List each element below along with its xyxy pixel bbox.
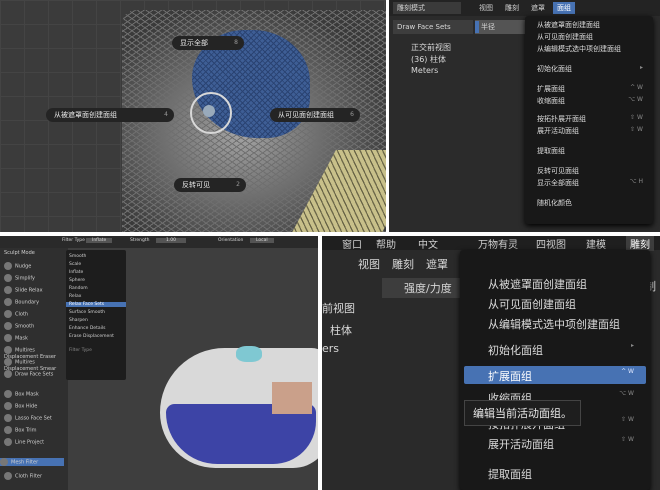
menu-item-extract[interactable]: 提取面组 bbox=[537, 146, 565, 156]
dd-erase-displacement[interactable]: Erase Displacement bbox=[69, 334, 114, 339]
tool-cloth-filter[interactable]: Cloth Filter bbox=[4, 472, 42, 480]
orientation-select[interactable]: Local bbox=[250, 238, 274, 243]
face-set-teal bbox=[236, 346, 262, 362]
tab-window[interactable]: 窗口 bbox=[342, 236, 362, 251]
tool-cloth[interactable]: Cloth bbox=[4, 310, 28, 318]
menu-item-expand-active[interactable]: 展开活动面组 ⇧ W bbox=[488, 436, 642, 452]
menu-item-from-visible[interactable]: 从可见面创建面组 bbox=[537, 32, 593, 42]
face-sets-menu-zoomed: 窗口 帮助 中文 万物有灵 四视图 建模 雕刻 视图 雕刻 遮罩 面组 强度/力… bbox=[322, 236, 660, 490]
viewport-info-line3: Meters bbox=[411, 66, 439, 75]
tool-mask[interactable]: Mask bbox=[4, 334, 28, 342]
tool-settings-bar: Filter Type Inflate Strength 1.00 Orient… bbox=[0, 236, 318, 248]
mode-select[interactable]: 雕刻模式 bbox=[393, 2, 461, 14]
dd-relax[interactable]: Relax bbox=[69, 294, 81, 299]
viewport-info-line2: 柱体 bbox=[330, 324, 352, 337]
viewport-info-line2: (36) 柱体 bbox=[411, 55, 446, 64]
face-set-peach bbox=[272, 382, 312, 414]
menu-item-extract[interactable]: 提取面组 bbox=[488, 466, 532, 482]
tab-animism[interactable]: 万物有灵 bbox=[478, 236, 518, 251]
menu-item-shrink[interactable]: 收缩面组 ⌥ W bbox=[537, 96, 651, 106]
viewport-info-line1: 前视图 bbox=[322, 302, 355, 315]
dd-sharpen[interactable]: Sharpen bbox=[69, 318, 88, 323]
pie-item-show-all[interactable]: 显示全部 8 bbox=[172, 36, 244, 50]
dd-smooth[interactable]: Smooth bbox=[69, 254, 86, 259]
pie-center-icon bbox=[203, 105, 215, 117]
viewport-info-line1: 正交前视图 bbox=[411, 43, 451, 52]
menu-item-invert-visible[interactable]: 反转可见面组 bbox=[537, 166, 579, 176]
dd-title: Filter Type bbox=[69, 348, 92, 353]
menu-item-expand-active[interactable]: 展开活动面组 ⇧ W bbox=[537, 126, 651, 136]
tool-mesh-filter[interactable]: Mesh Filter bbox=[0, 458, 64, 466]
menu-item-from-masked[interactable]: 从被遮罩面创建面组 bbox=[488, 276, 587, 292]
tab-sculpting[interactable]: 雕刻 bbox=[626, 236, 654, 251]
viewport-info-line3: ers bbox=[322, 342, 340, 355]
tool-lasso-face-set[interactable]: Lasso Face Set bbox=[4, 414, 52, 422]
tool-draw-face-sets[interactable]: Draw Face Sets bbox=[4, 370, 53, 378]
pie-item-from-visible[interactable]: 从可见面创建面组 6 bbox=[270, 108, 360, 122]
tool-box-hide[interactable]: Box Hide bbox=[4, 402, 37, 410]
menu-item-from-masked[interactable]: 从被遮罩面创建面组 bbox=[537, 20, 600, 30]
menu-mask[interactable]: 遮罩 bbox=[426, 256, 448, 272]
strength-field[interactable]: 1.00 bbox=[156, 238, 187, 243]
filter-type-label: Filter Type bbox=[62, 238, 85, 243]
menu-item-randomize[interactable]: 随机化颜色 bbox=[537, 198, 572, 208]
tool-box-trim[interactable]: Box Trim bbox=[4, 426, 37, 434]
radius-accent bbox=[475, 21, 479, 33]
dd-random[interactable]: Random bbox=[69, 286, 88, 291]
dd-inflate[interactable]: Inflate bbox=[69, 270, 83, 275]
tool-name: Draw Face Sets bbox=[393, 20, 473, 34]
mode-select[interactable]: Sculpt Mode bbox=[4, 250, 35, 256]
menu-item-from-edit[interactable]: 从编辑模式选中项创建面组 bbox=[488, 316, 620, 332]
dd-enhance-details[interactable]: Enhance Details bbox=[69, 326, 105, 331]
orientation-label: Orientation bbox=[218, 238, 244, 243]
tool-simplify[interactable]: Simplify bbox=[4, 274, 35, 282]
menu-item-init[interactable]: 初始化面组 ▸ bbox=[537, 64, 651, 74]
filter-type-dropdown: Smooth Scale Inflate Sphere Random Relax… bbox=[66, 250, 126, 380]
menu-view[interactable]: 视图 bbox=[358, 256, 380, 272]
menu-item-from-visible[interactable]: 从可见面创建面组 bbox=[488, 296, 576, 312]
tool-line-project[interactable]: Line Project bbox=[4, 438, 44, 446]
header-bar: 雕刻模式 视图 雕刻 遮罩 面组 bbox=[389, 0, 660, 16]
face-sets-dropdown: 从被遮罩面创建面组 从可见面创建面组 从编辑模式选中项创建面组 初始化面组 ▸ 扩… bbox=[525, 16, 653, 224]
menu-mask[interactable]: 遮罩 bbox=[527, 2, 549, 14]
dd-scale[interactable]: Scale bbox=[69, 262, 81, 267]
filter-type-select[interactable]: Inflate bbox=[86, 238, 113, 243]
menu-item-grow[interactable]: 扩展面组 ^ W bbox=[488, 368, 642, 384]
tool-boundary[interactable]: Boundary bbox=[4, 298, 39, 306]
pie-item-invert-visible[interactable]: 反转可见 2 bbox=[174, 178, 246, 192]
tool-smooth[interactable]: Smooth bbox=[4, 322, 34, 330]
tool-box-mask[interactable]: Box Mask bbox=[4, 390, 39, 398]
menu-item-show-all[interactable]: 显示全部面组 ⌥ H bbox=[537, 178, 651, 188]
menu-view[interactable]: 视图 bbox=[475, 2, 497, 14]
tab-chinese[interactable]: 中文 bbox=[418, 236, 438, 251]
strength-label: Strength bbox=[130, 238, 150, 243]
radius-field[interactable]: 半径 bbox=[475, 20, 525, 34]
toolbar: Sculpt Mode Nudge Simplify Slide Relax B… bbox=[0, 248, 68, 490]
tool-slide-relax[interactable]: Slide Relax bbox=[4, 286, 43, 294]
menu-sculpt[interactable]: 雕刻 bbox=[501, 2, 523, 14]
tooltip: 编辑当前活动面组。 bbox=[464, 400, 581, 426]
menu-item-grow[interactable]: 扩展面组 ^ W bbox=[537, 84, 651, 94]
tab-quad-view[interactable]: 四视图 bbox=[536, 236, 566, 251]
pie-item-from-masked[interactable]: 从被遮罩面创建面组 4 bbox=[46, 108, 174, 122]
pie-menu-panel: 显示全部 8 从被遮罩面创建面组 4 从可见面创建面组 6 反转可见 2 bbox=[0, 0, 386, 232]
menu-face-sets[interactable]: 面组 bbox=[553, 2, 575, 14]
face-sets-dropdown: 从被遮罩面创建面组 从可见面创建面组 从编辑模式选中项创建面组 初始化面组 ▸ 扩… bbox=[460, 250, 650, 490]
menu-item-init[interactable]: 初始化面组 ▸ bbox=[488, 342, 642, 358]
tool-nudge[interactable]: Nudge bbox=[4, 262, 31, 270]
top-tabs: 窗口 帮助 中文 万物有灵 四视图 建模 雕刻 bbox=[322, 236, 660, 251]
mesh-filter-panel: Filter Type Inflate Strength 1.00 Orient… bbox=[0, 236, 318, 490]
menu-sculpt[interactable]: 雕刻 bbox=[392, 256, 414, 272]
dd-sphere[interactable]: Sphere bbox=[69, 278, 85, 283]
face-sets-menu-panel: 雕刻模式 视图 雕刻 遮罩 面组 Draw Face Sets 半径 正交前视图… bbox=[389, 0, 660, 232]
menu-item-from-edit[interactable]: 从编辑模式选中项创建面组 bbox=[537, 44, 621, 54]
dd-relax-face-sets[interactable]: Relax Face Sets bbox=[66, 302, 126, 307]
dd-surface-smooth[interactable]: Surface Smooth bbox=[69, 310, 105, 315]
tab-help[interactable]: 帮助 bbox=[376, 236, 396, 251]
menu-item-expand-topology[interactable]: 按拓扑展开面组⇧ W bbox=[537, 114, 651, 124]
tab-modeling[interactable]: 建模 bbox=[586, 236, 606, 251]
